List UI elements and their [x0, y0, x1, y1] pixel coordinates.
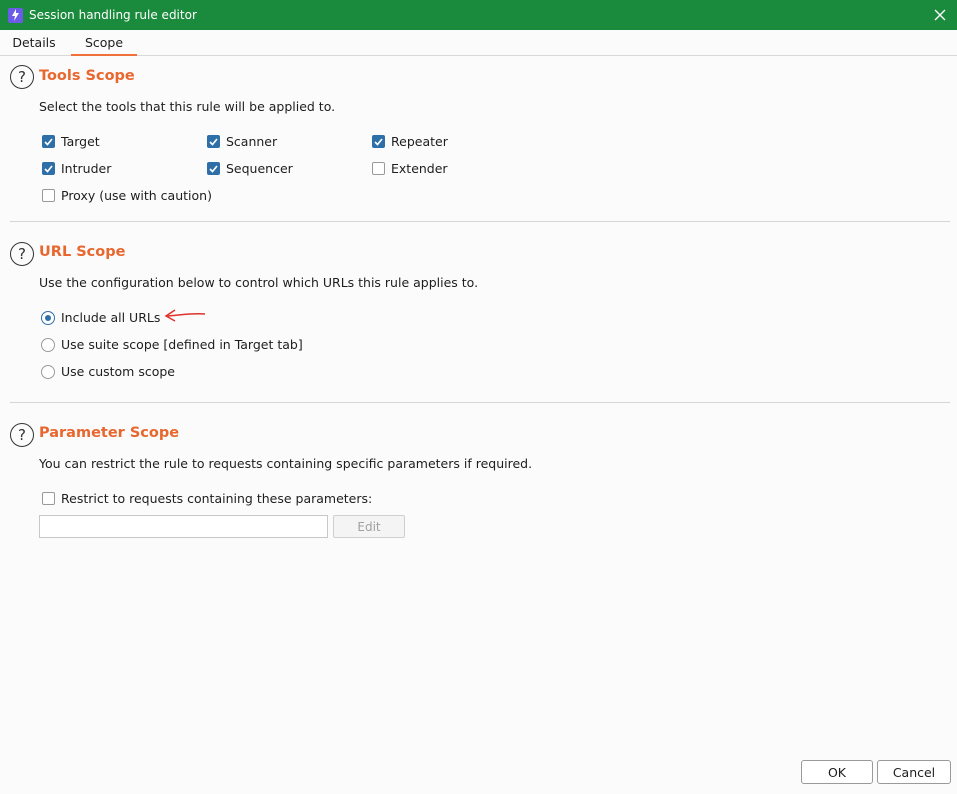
checkbox-box: [42, 492, 55, 505]
checkbox-box: [42, 189, 55, 202]
close-icon: [934, 9, 946, 21]
parameter-scope-description: You can restrict the rule to requests co…: [39, 456, 533, 471]
checkbox-label: Intruder: [61, 161, 112, 176]
tab-details[interactable]: Details: [4, 30, 64, 56]
checkbox-extender[interactable]: Extender: [372, 161, 448, 176]
checkbox-label: Repeater: [391, 134, 448, 149]
checkbox-proxy[interactable]: Proxy (use with caution): [42, 188, 212, 203]
check-icon: [372, 135, 385, 148]
checkbox-restrict-parameters[interactable]: Restrict to requests containing these pa…: [42, 491, 372, 506]
radio-icon: [41, 364, 55, 379]
help-icon[interactable]: ?: [10, 423, 34, 447]
window-title: Session handling rule editor: [29, 8, 197, 22]
checkbox-label: Target: [61, 134, 100, 149]
url-scope-description: Use the configuration below to control w…: [39, 275, 479, 290]
radio-suite-scope[interactable]: Use suite scope [defined in Target tab]: [41, 337, 303, 352]
checkbox-intruder[interactable]: Intruder: [42, 161, 111, 176]
title-bar: Session handling rule editor: [0, 0, 957, 30]
tab-scope[interactable]: Scope: [71, 30, 137, 56]
close-button[interactable]: [929, 4, 951, 26]
radio-label: Use suite scope [defined in Target tab]: [61, 337, 303, 352]
help-icon[interactable]: ?: [10, 242, 34, 266]
annotation-arrow-icon: [164, 309, 206, 322]
cancel-button[interactable]: Cancel: [877, 760, 951, 784]
checkbox-target[interactable]: Target: [42, 134, 100, 149]
checkbox-scanner[interactable]: Scanner: [207, 134, 277, 149]
check-icon: [42, 135, 55, 148]
checkbox-label: Restrict to requests containing these pa…: [61, 491, 373, 506]
checkbox-label: Sequencer: [226, 161, 293, 176]
edit-button[interactable]: Edit: [333, 515, 405, 538]
radio-label: Include all URLs: [61, 310, 161, 325]
checkbox-repeater[interactable]: Repeater: [372, 134, 448, 149]
checkbox-label: Extender: [391, 161, 448, 176]
section-divider: [10, 402, 950, 403]
check-icon: [42, 162, 55, 175]
tab-bar: Details Scope: [0, 30, 957, 56]
radio-include-all-urls[interactable]: Include all URLs: [41, 310, 160, 325]
radio-icon: [41, 337, 55, 352]
parameter-scope-title: Parameter Scope: [39, 425, 180, 441]
radio-label: Use custom scope: [61, 364, 175, 379]
section-divider: [10, 221, 950, 222]
radio-selected-icon: [41, 310, 55, 325]
checkbox-label: Scanner: [226, 134, 278, 149]
parameters-input[interactable]: [39, 515, 328, 538]
checkbox-label: Proxy (use with caution): [61, 188, 212, 203]
tools-scope-title: Tools Scope: [39, 68, 135, 84]
checkbox-box: [372, 162, 385, 175]
checkbox-sequencer[interactable]: Sequencer: [207, 161, 293, 176]
ok-button[interactable]: OK: [801, 760, 873, 784]
radio-custom-scope[interactable]: Use custom scope: [41, 364, 175, 379]
check-icon: [207, 162, 220, 175]
check-icon: [207, 135, 220, 148]
help-icon[interactable]: ?: [10, 65, 34, 89]
tools-scope-description: Select the tools that this rule will be …: [39, 99, 336, 114]
burp-lightning-icon: [8, 7, 23, 23]
url-scope-title: URL Scope: [39, 244, 126, 260]
